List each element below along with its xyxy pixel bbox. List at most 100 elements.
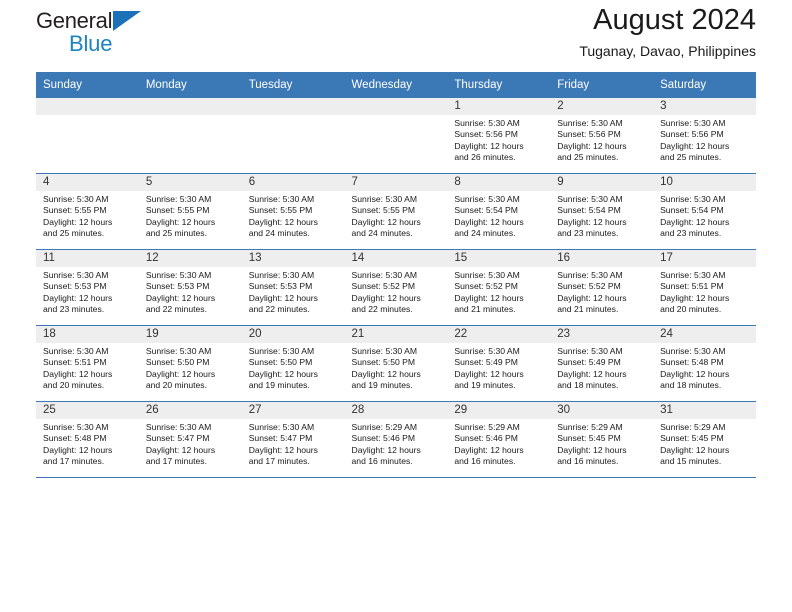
- daylight-duration-line2: and 16 minutes.: [557, 456, 619, 467]
- sunset-time: Sunset: 5:50 PM: [351, 357, 416, 368]
- day-cell-inner: [138, 98, 242, 173]
- day-number: 1: [447, 98, 551, 115]
- daylight-duration-line1: Daylight: 12 hours: [454, 140, 524, 151]
- calendar-day-cell[interactable]: 18 Sunrise: 5:30 AM Sunset: 5:51 PM Dayligh…: [36, 325, 139, 402]
- daylight-duration-line2: and 25 minutes.: [145, 228, 207, 239]
- calendar-day-cell[interactable]: 13 Sunrise: 5:30 AM Sunset: 5:53 PM Dayligh…: [241, 249, 345, 326]
- day-number: 3: [653, 98, 756, 115]
- calendar-day-cell[interactable]: 6 Sunrise: 5:30 AM Sunset: 5:55 PM Daylight…: [241, 173, 345, 250]
- calendar-day-cell[interactable]: 8 Sunrise: 5:30 AM Sunset: 5:54 PM Daylight…: [447, 173, 551, 250]
- day-cell-inner: 7 Sunrise: 5:30 AM Sunset: 5:55 PM Daylight…: [344, 174, 448, 249]
- sunset-time: Sunset: 5:46 PM: [454, 433, 518, 444]
- sunrise-time: Sunrise: 5:29 AM: [351, 422, 417, 432]
- day-number: 2: [550, 98, 654, 115]
- weekday-header-row: Sunday Monday Tuesday Wednesday Thursday…: [36, 72, 756, 98]
- calendar-week-row: 18 Sunrise: 5:30 AM Sunset: 5:51 PM Dayligh…: [36, 325, 756, 402]
- calendar-day-cell[interactable]: 17 Sunrise: 5:30 AM Sunset: 5:51 PM Dayligh…: [653, 249, 756, 326]
- sunrise-time: Sunrise: 5:30 AM: [557, 194, 623, 204]
- day-cell-inner: 4 Sunrise: 5:30 AM Sunset: 5:55 PM Daylight…: [36, 174, 139, 249]
- day-cell-details: Sunrise: 5:30 AM Sunset: 5:55 PM Daylight:…: [139, 191, 242, 240]
- day-cell-inner: [36, 98, 139, 173]
- day-cell-inner: 10 Sunrise: 5:30 AM Sunset: 5:54 PM Dayligh…: [653, 174, 756, 249]
- calendar-day-cell[interactable]: 4 Sunrise: 5:30 AM Sunset: 5:55 PM Daylight…: [36, 173, 139, 250]
- sunrise-time: Sunrise: 5:30 AM: [351, 270, 417, 280]
- calendar-day-cell[interactable]: 29 Sunrise: 5:29 AM Sunset: 5:46 PM Dayligh…: [447, 401, 551, 478]
- sunrise-time: Sunrise: 5:30 AM: [351, 346, 417, 356]
- calendar-day-cell[interactable]: 7 Sunrise: 5:30 AM Sunset: 5:55 PM Daylight…: [344, 173, 448, 250]
- day-number: 30: [550, 402, 654, 419]
- calendar-day-cell[interactable]: 23 Sunrise: 5:30 AM Sunset: 5:49 PM Dayligh…: [550, 325, 654, 402]
- daylight-duration-line2: and 19 minutes.: [248, 380, 310, 391]
- sunset-time: Sunset: 5:52 PM: [351, 281, 416, 292]
- calendar-day-cell[interactable]: 9 Sunrise: 5:30 AM Sunset: 5:54 PM Daylight…: [550, 173, 654, 250]
- day-number: 19: [138, 326, 242, 343]
- daylight-duration-line2: and 24 minutes.: [454, 228, 516, 239]
- calendar-day-cell[interactable]: 1 Sunrise: 5:30 AM Sunset: 5:56 PM Daylight…: [447, 98, 551, 174]
- daylight-duration-line2: and 22 minutes.: [145, 304, 207, 315]
- sunset-time: Sunset: 5:47 PM: [248, 433, 313, 444]
- calendar-day-cell[interactable]: 26 Sunrise: 5:30 AM Sunset: 5:47 PM Dayligh…: [138, 401, 242, 478]
- calendar-day-cell[interactable]: 24 Sunrise: 5:30 AM Sunset: 5:48 PM Dayligh…: [653, 325, 756, 402]
- calendar-week-row: 25 Sunrise: 5:30 AM Sunset: 5:48 PM Dayligh…: [36, 401, 756, 478]
- day-cell-details: Sunrise: 5:30 AM Sunset: 5:47 PM Daylight:…: [139, 419, 242, 468]
- day-cell-details: Sunrise: 5:30 AM Sunset: 5:55 PM Daylight:…: [345, 191, 448, 240]
- sunset-time: Sunset: 5:52 PM: [454, 281, 518, 292]
- calendar-day-cell[interactable]: 28 Sunrise: 5:29 AM Sunset: 5:46 PM Dayligh…: [344, 401, 448, 478]
- day-number: 20: [241, 326, 345, 343]
- day-cell-inner: 21 Sunrise: 5:30 AM Sunset: 5:50 PM Dayligh…: [344, 326, 448, 401]
- sunset-time: Sunset: 5:55 PM: [43, 205, 107, 216]
- calendar-day-cell[interactable]: 22 Sunrise: 5:30 AM Sunset: 5:49 PM Dayligh…: [447, 325, 551, 402]
- day-cell-inner: 31 Sunrise: 5:29 AM Sunset: 5:45 PM Dayligh…: [653, 402, 756, 477]
- sunrise-time: Sunrise: 5:30 AM: [557, 118, 623, 128]
- day-cell-inner: 15 Sunrise: 5:30 AM Sunset: 5:52 PM Dayligh…: [447, 250, 551, 325]
- day-cell-inner: 19 Sunrise: 5:30 AM Sunset: 5:50 PM Dayligh…: [138, 326, 242, 401]
- calendar-day-cell[interactable]: 15 Sunrise: 5:30 AM Sunset: 5:52 PM Dayligh…: [447, 249, 551, 326]
- day-cell-details: Sunrise: 5:30 AM Sunset: 5:53 PM Daylight:…: [36, 267, 139, 316]
- sunrise-time: Sunrise: 5:30 AM: [248, 346, 315, 356]
- sunset-time: Sunset: 5:48 PM: [660, 357, 724, 368]
- day-number: 28: [344, 402, 448, 419]
- calendar-day-cell[interactable]: 11 Sunrise: 5:30 AM Sunset: 5:53 PM Dayligh…: [36, 249, 139, 326]
- day-cell-details: Sunrise: 5:30 AM Sunset: 5:56 PM Daylight:…: [447, 115, 550, 164]
- sunset-time: Sunset: 5:53 PM: [145, 281, 210, 292]
- daylight-duration-line1: Daylight: 12 hours: [660, 368, 730, 379]
- day-cell-details: Sunrise: 5:30 AM Sunset: 5:50 PM Daylight:…: [139, 343, 242, 392]
- calendar-day-cell[interactable]: 3 Sunrise: 5:30 AM Sunset: 5:56 PM Daylight…: [653, 98, 756, 174]
- daylight-duration-line1: Daylight: 12 hours: [351, 292, 421, 303]
- day-number: 22: [447, 326, 551, 343]
- sunrise-time: Sunrise: 5:30 AM: [557, 346, 623, 356]
- day-number: [36, 98, 139, 115]
- calendar-day-cell[interactable]: 2 Sunrise: 5:30 AM Sunset: 5:56 PM Daylight…: [550, 98, 654, 174]
- page-title: August 2024: [593, 4, 756, 36]
- daylight-duration-line1: Daylight: 12 hours: [557, 216, 627, 227]
- calendar-day-cell[interactable]: 30 Sunrise: 5:29 AM Sunset: 5:45 PM Dayligh…: [550, 401, 654, 478]
- daylight-duration-line2: and 20 minutes.: [145, 380, 207, 391]
- calendar-day-cell-empty: [36, 98, 139, 174]
- daylight-duration-line2: and 17 minutes.: [145, 456, 207, 467]
- title-block: August 2024 Tuganay, Davao, Philippines: [579, 0, 756, 61]
- day-cell-inner: 17 Sunrise: 5:30 AM Sunset: 5:51 PM Dayligh…: [653, 250, 756, 325]
- calendar-day-cell[interactable]: 19 Sunrise: 5:30 AM Sunset: 5:50 PM Dayligh…: [138, 325, 242, 402]
- calendar-day-cell[interactable]: 5 Sunrise: 5:30 AM Sunset: 5:55 PM Daylight…: [138, 173, 242, 250]
- daylight-duration-line1: Daylight: 12 hours: [248, 368, 318, 379]
- sunset-time: Sunset: 5:55 PM: [351, 205, 416, 216]
- calendar-day-cell[interactable]: 27 Sunrise: 5:30 AM Sunset: 5:47 PM Dayligh…: [241, 401, 345, 478]
- day-cell-details: [36, 115, 139, 118]
- generalblue-logo[interactable]: General Blue: [36, 10, 142, 55]
- day-cell-details: Sunrise: 5:30 AM Sunset: 5:48 PM Daylight:…: [653, 343, 756, 392]
- calendar-day-cell[interactable]: 25 Sunrise: 5:30 AM Sunset: 5:48 PM Dayligh…: [36, 401, 139, 478]
- weekday-header-thursday: Thursday: [447, 72, 551, 98]
- calendar-day-cell[interactable]: 14 Sunrise: 5:30 AM Sunset: 5:52 PM Dayligh…: [344, 249, 448, 326]
- day-number: 26: [138, 402, 242, 419]
- calendar-day-cell[interactable]: 31 Sunrise: 5:29 AM Sunset: 5:45 PM Dayligh…: [653, 401, 756, 478]
- daylight-duration-line1: Daylight: 12 hours: [351, 216, 421, 227]
- weekday-header-wednesday: Wednesday: [344, 72, 448, 98]
- calendar-day-cell[interactable]: 16 Sunrise: 5:30 AM Sunset: 5:52 PM Dayligh…: [550, 249, 654, 326]
- daylight-duration-line2: and 22 minutes.: [351, 304, 413, 315]
- calendar-day-cell[interactable]: 12 Sunrise: 5:30 AM Sunset: 5:53 PM Dayligh…: [138, 249, 242, 326]
- calendar-day-cell[interactable]: 21 Sunrise: 5:30 AM Sunset: 5:50 PM Dayligh…: [344, 325, 448, 402]
- calendar-day-cell[interactable]: 20 Sunrise: 5:30 AM Sunset: 5:50 PM Dayligh…: [241, 325, 345, 402]
- calendar-day-cell[interactable]: 10 Sunrise: 5:30 AM Sunset: 5:54 PM Dayligh…: [653, 173, 756, 250]
- sunset-time: Sunset: 5:54 PM: [557, 205, 621, 216]
- day-cell-details: Sunrise: 5:30 AM Sunset: 5:47 PM Daylight:…: [242, 419, 345, 468]
